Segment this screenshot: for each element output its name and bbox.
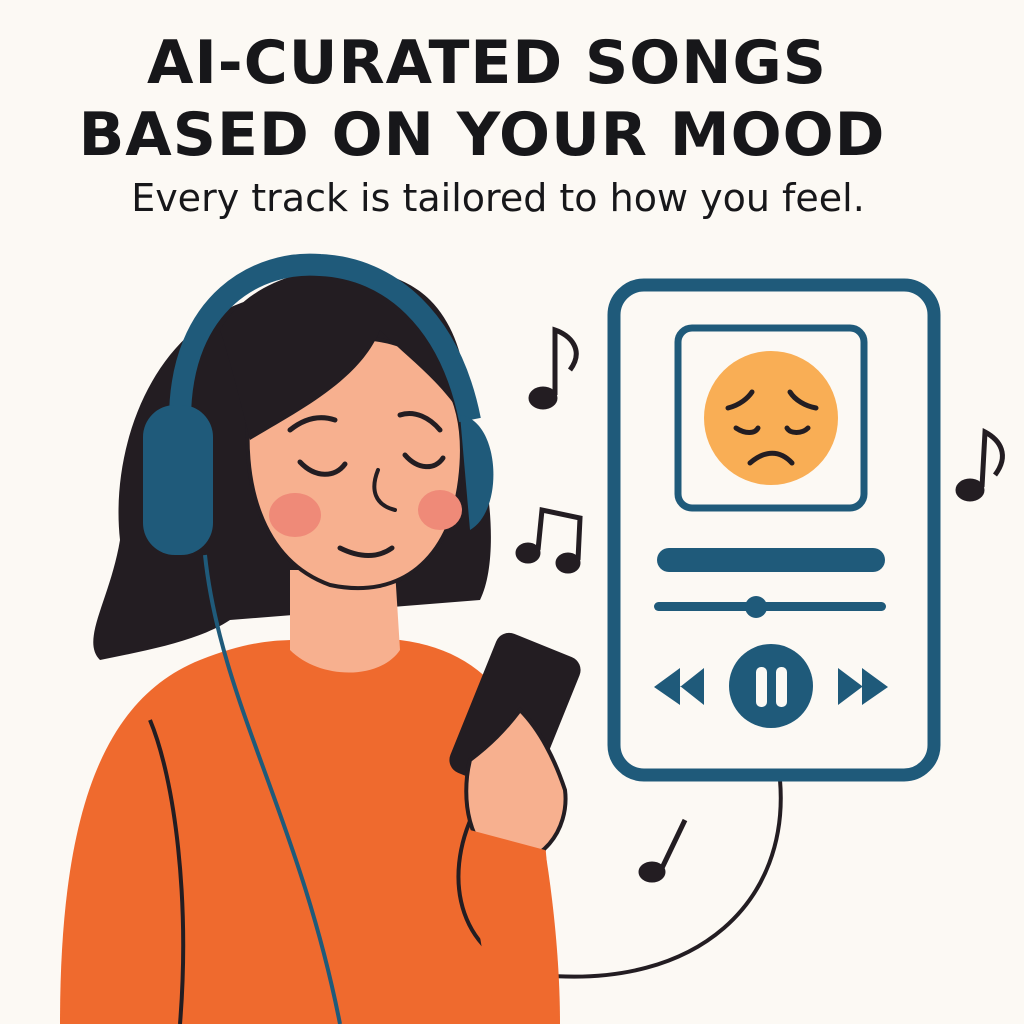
slider-knob[interactable] xyxy=(745,596,768,618)
illustration xyxy=(60,253,1005,1024)
double-music-note-icon xyxy=(515,506,583,574)
music-player-card xyxy=(607,278,941,782)
pause-button[interactable] xyxy=(729,644,813,728)
track-title-bar xyxy=(657,548,885,572)
sad-face-emoji-icon xyxy=(704,351,838,485)
